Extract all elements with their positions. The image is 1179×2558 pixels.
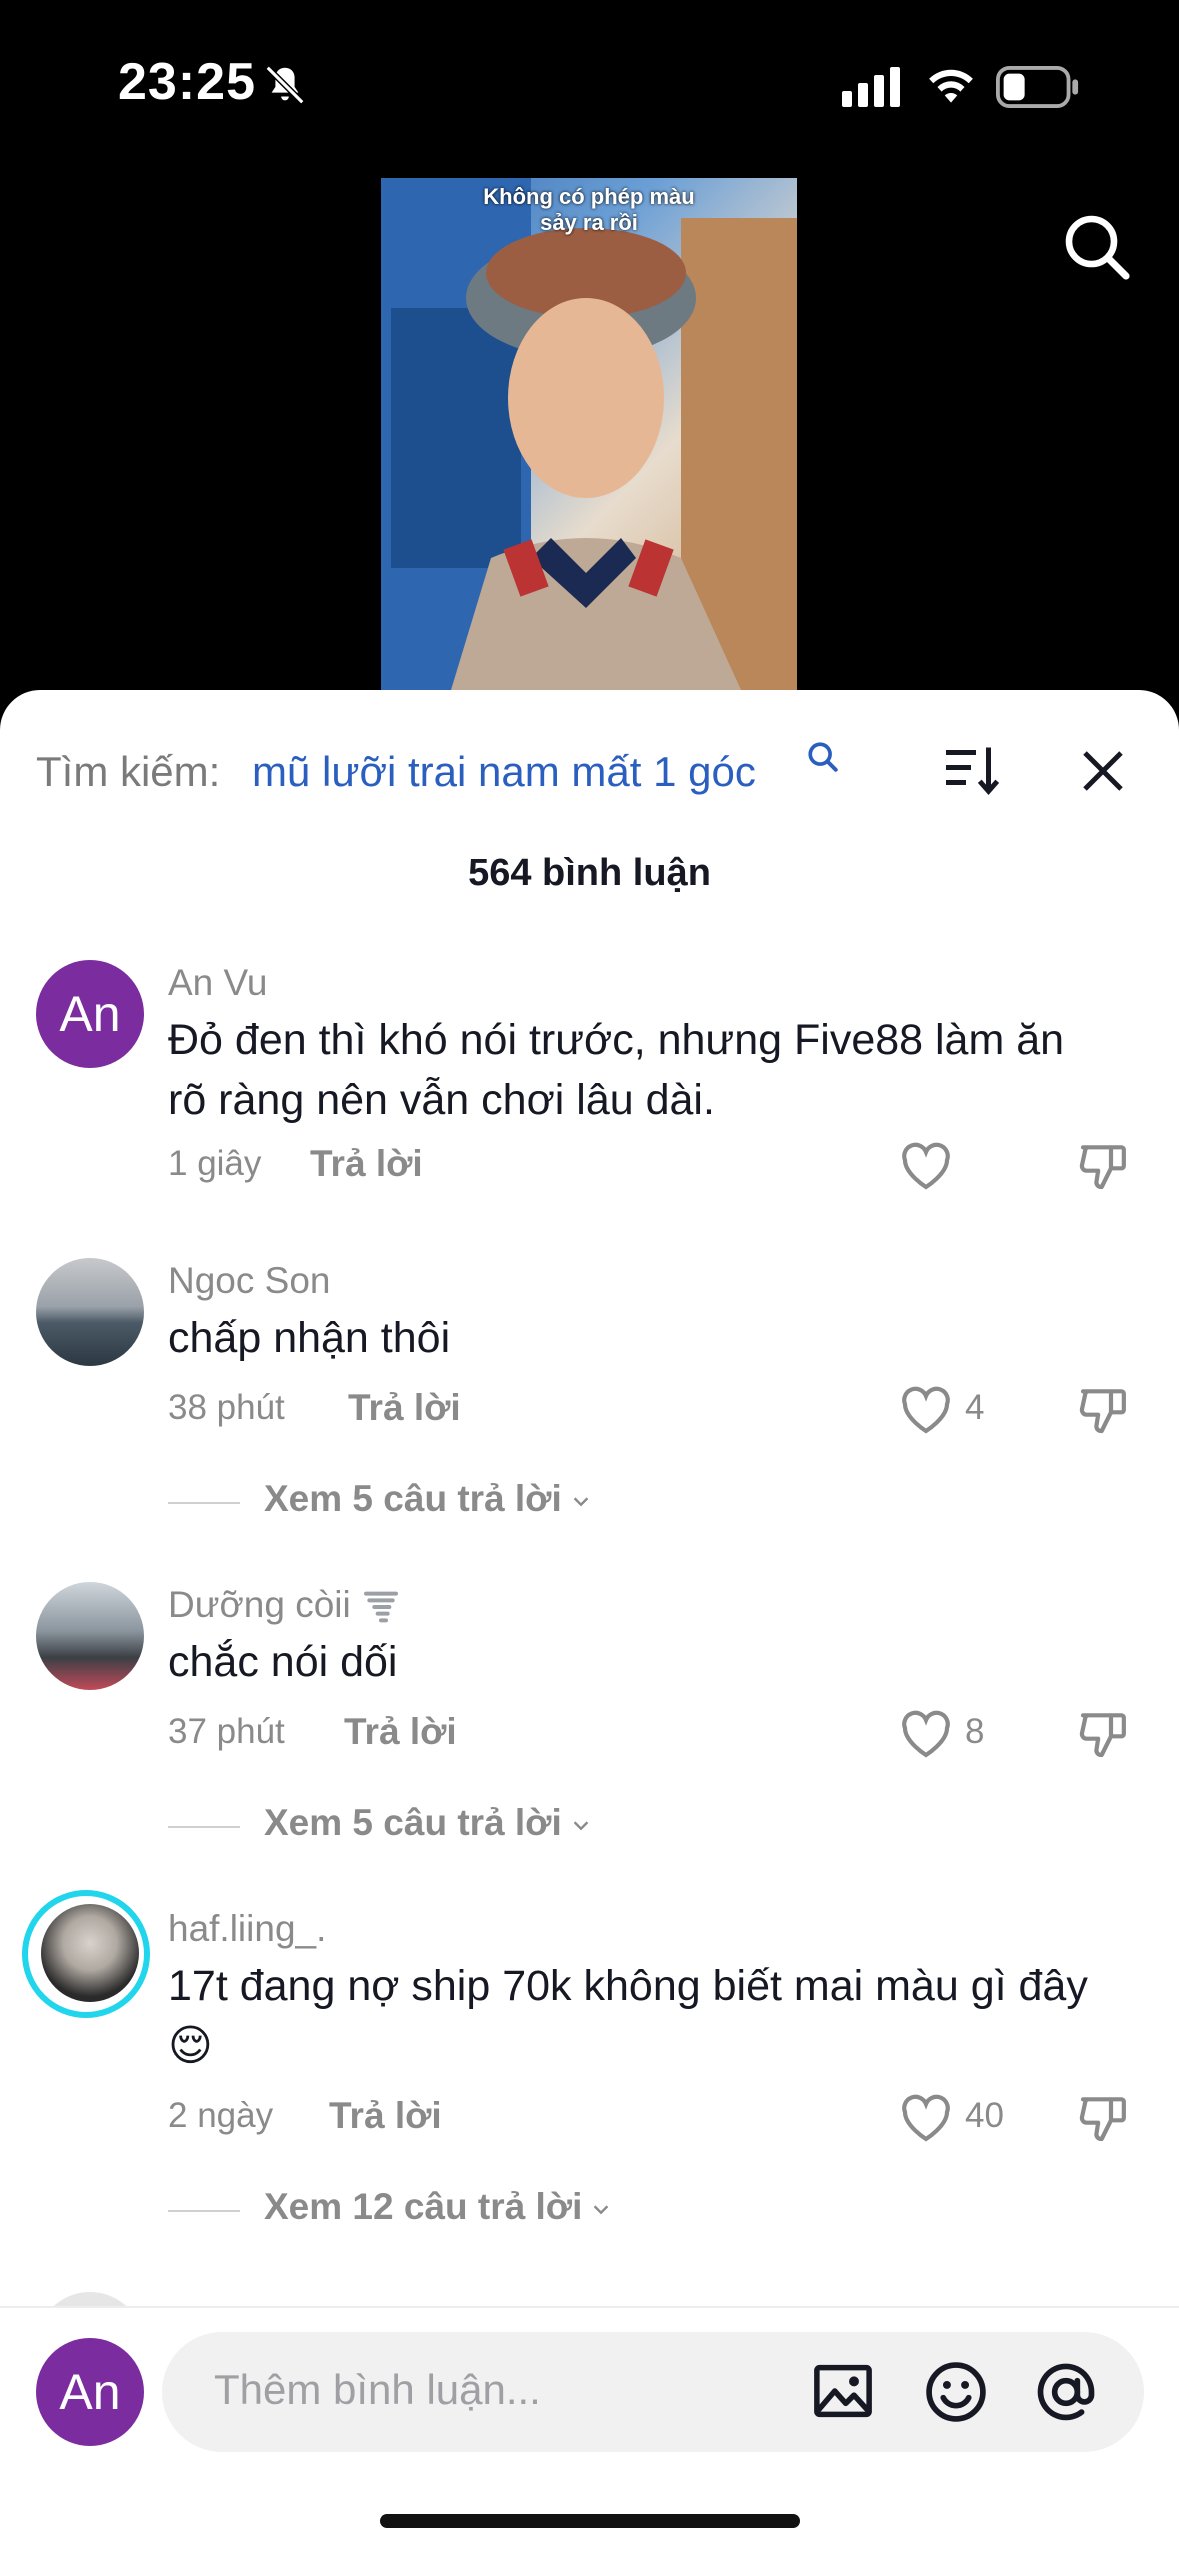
like-count: 8 [965, 1712, 985, 1751]
video-player[interactable]: Không có phép màu sảy ra rồi [0, 170, 1179, 700]
emoji-icon[interactable] [922, 2358, 990, 2426]
chevron-down-icon [594, 2205, 609, 2215]
reply-button[interactable]: Trả lời [348, 1387, 461, 1429]
dislike-icon[interactable] [1076, 1138, 1132, 1194]
comment-input-placeholder: Thêm bình luận... [214, 2366, 541, 2413]
heart-icon[interactable] [898, 1384, 954, 1436]
video-caption: Không có phép màu sảy ra rồi [381, 184, 797, 236]
view-replies-label: Xem 12 câu trả lời [264, 2186, 612, 2228]
related-search-label: Tìm kiếm: [36, 748, 221, 795]
comment-time: 1 giây [168, 1144, 262, 1183]
divider [168, 1502, 240, 1504]
search-icon[interactable] [1060, 210, 1132, 282]
search-icon [808, 742, 838, 772]
home-indicator [380, 2514, 800, 2528]
view-replies-button[interactable]: Xem 12 câu trả lời [168, 2186, 768, 2236]
avatar[interactable] [41, 1904, 139, 2002]
comment-text: Đỏ đen thì khó nói trước, nhưng Five88 l… [168, 1016, 1065, 1124]
image-icon[interactable] [810, 2358, 876, 2424]
view-replies-button[interactable]: Xem 5 câu trả lời [168, 1802, 768, 1852]
comment-time: 2 ngày [168, 2096, 274, 2135]
comment-time: 37 phút [168, 1712, 285, 1751]
chevron-down-icon [573, 1497, 589, 1507]
dislike-icon[interactable] [1076, 1382, 1132, 1438]
close-icon[interactable] [1076, 744, 1130, 798]
heart-icon[interactable] [898, 2092, 954, 2144]
divider [168, 2210, 240, 2212]
view-replies-button[interactable]: Xem 5 câu trả lời [168, 1478, 768, 1528]
heart-icon[interactable] [898, 1708, 954, 1760]
avatar[interactable] [36, 1258, 144, 1366]
comment-username[interactable]: Dưỡng còii [168, 1584, 401, 1627]
battery-icon [996, 66, 1079, 108]
comment-text: chắc nói dối [168, 1638, 398, 1686]
divider [168, 1826, 240, 1828]
video-caption-line-1: Không có phép màu [483, 184, 695, 209]
sort-icon[interactable] [941, 740, 1001, 800]
related-search-row[interactable]: Tìm kiếm: mũ lưỡi trai nam mất 1 góc [36, 740, 1146, 800]
comment-text: chấp nhận thôi [168, 1314, 451, 1362]
video-frame[interactable]: Không có phép màu sảy ra rồi [381, 178, 797, 690]
comments-sheet: Tìm kiếm: mũ lưỡi trai nam mất 1 góc 564… [0, 690, 1179, 2556]
status-time: 23:25 [118, 53, 256, 111]
wifi-icon [929, 69, 973, 103]
comment-count: 564 bình luận [468, 852, 711, 894]
status-bar: 23:25 [0, 0, 1179, 170]
comment-username[interactable]: An Vu [168, 962, 267, 1004]
related-search-link[interactable]: mũ lưỡi trai nam mất 1 góc [252, 748, 756, 796]
comment-text: 17t đang nợ ship 70k không biết mai màu … [168, 1962, 1088, 2070]
comment-username[interactable]: haf.liing_. [168, 1908, 326, 1950]
view-replies-label: Xem 5 câu trả lời [264, 1802, 592, 1844]
my-avatar[interactable]: An [36, 2338, 144, 2446]
cellular-signal-icon [842, 67, 900, 107]
video-person-illustration [381, 178, 797, 690]
reply-button[interactable]: Trả lời [344, 1711, 457, 1753]
reply-button[interactable]: Trả lời [329, 2095, 442, 2137]
like-count: 40 [965, 2096, 1004, 2135]
video-caption-line-2: sảy ra rồi [540, 210, 638, 235]
avatar[interactable]: An [36, 960, 144, 1068]
dislike-icon[interactable] [1076, 2090, 1132, 2146]
bell-muted-icon [265, 65, 305, 105]
like-count: 4 [965, 1388, 985, 1427]
comment-username[interactable]: Ngoc Son [168, 1260, 331, 1302]
dislike-icon[interactable] [1076, 1706, 1132, 1762]
mention-icon[interactable] [1032, 2358, 1100, 2426]
comment-input[interactable]: Thêm bình luận... [162, 2332, 1144, 2452]
heart-icon[interactable] [898, 1140, 954, 1192]
avatar[interactable] [36, 1582, 144, 1690]
tornado-emoji-icon [364, 1591, 398, 1623]
reply-button[interactable]: Trả lời [310, 1143, 423, 1185]
comment-time: 38 phút [168, 1388, 285, 1427]
view-replies-label: Xem 5 câu trả lời [264, 1478, 592, 1520]
chevron-down-icon [573, 1821, 589, 1831]
